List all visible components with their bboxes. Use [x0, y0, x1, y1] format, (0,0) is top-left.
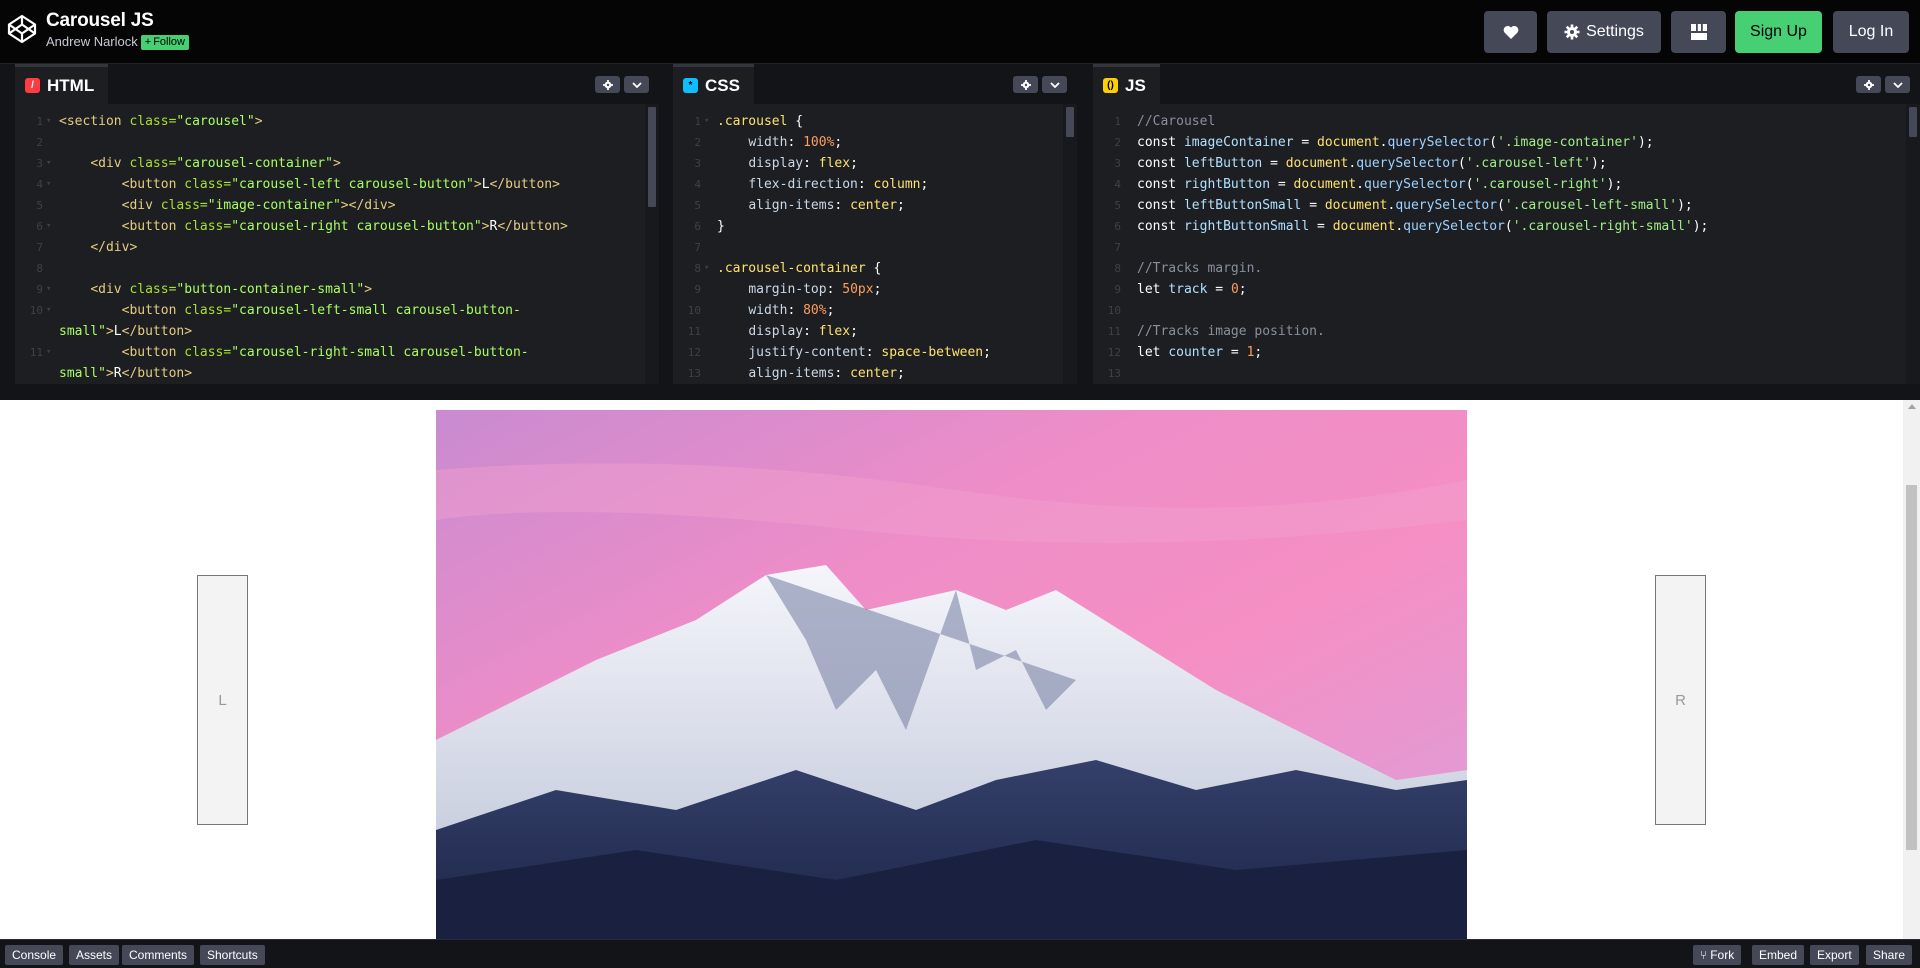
export-button[interactable]: Export	[1810, 945, 1859, 965]
author-link[interactable]: Andrew Narlock	[46, 34, 138, 50]
chevron-down-icon	[1892, 81, 1903, 88]
embed-button[interactable]: Embed	[1752, 945, 1805, 965]
comments-button[interactable]: Comments	[122, 945, 195, 965]
css-expand-button[interactable]	[1042, 76, 1067, 93]
follow-button[interactable]: + Follow	[140, 34, 189, 50]
css-code-editor[interactable]: 1 ▾ .carousel { 2 width: 100%; 3 display: …	[673, 104, 1077, 384]
follow-label: Follow	[153, 35, 185, 48]
preview-resize-bar[interactable]	[0, 384, 1920, 400]
result-preview: L R	[0, 400, 1920, 939]
html-code-editor[interactable]: 1 ▾ <section class="carousel"> 2 3 ▾ <div c…	[15, 104, 659, 384]
gear-icon	[1020, 79, 1031, 90]
pen-title-block: Carousel JS Andrew Narlock + Follow	[46, 10, 189, 50]
fork-icon: ⑂	[1700, 948, 1708, 962]
css-badge-icon: *	[683, 78, 698, 93]
pen-title[interactable]: Carousel JS	[46, 10, 189, 32]
sign-up-button[interactable]: Sign Up	[1735, 11, 1822, 53]
console-button[interactable]: Console	[5, 945, 64, 965]
assets-button[interactable]: Assets	[69, 945, 120, 965]
css-settings-button[interactable]	[1013, 76, 1038, 93]
js-scrollbar[interactable]	[1906, 104, 1920, 384]
heart-icon	[1503, 25, 1518, 39]
tab-html[interactable]: / HTML	[15, 64, 109, 104]
js-editor-panel: () JS 1//Carousel 2 const imageContainer …	[1093, 64, 1920, 384]
html-tab-label: HTML	[47, 75, 95, 95]
settings-button[interactable]: Settings	[1547, 11, 1661, 53]
tab-css[interactable]: * CSS	[673, 64, 754, 104]
preview-scroll-thumb[interactable]	[1906, 485, 1917, 850]
js-expand-button[interactable]	[1885, 76, 1910, 93]
html-scrollbar[interactable]	[645, 104, 659, 384]
chevron-down-icon	[1049, 81, 1060, 88]
js-code-editor[interactable]: 1//Carousel 2 const imageContainer = docu…	[1093, 104, 1920, 384]
css-scrollbar[interactable]	[1063, 104, 1077, 384]
log-in-button[interactable]: Log In	[1833, 11, 1909, 53]
change-view-button[interactable]	[1671, 11, 1726, 53]
gear-icon	[1863, 79, 1874, 90]
carousel-image	[436, 410, 1467, 939]
shortcuts-button[interactable]: Shortcuts	[200, 945, 265, 965]
preview-scrollbar[interactable]	[1903, 400, 1920, 939]
plus-icon: +	[144, 35, 152, 48]
html-settings-button[interactable]	[595, 76, 620, 93]
share-button[interactable]: Share	[1866, 945, 1913, 965]
gear-icon	[602, 79, 613, 90]
css-tab-label: CSS	[705, 75, 740, 95]
codepen-logo-icon[interactable]	[6, 13, 38, 45]
scroll-up-arrow-icon[interactable]	[1908, 404, 1916, 409]
tab-js[interactable]: () JS	[1093, 64, 1160, 104]
like-button[interactable]	[1484, 11, 1537, 53]
css-scroll-thumb[interactable]	[1066, 107, 1074, 137]
chevron-down-icon	[631, 81, 642, 88]
settings-label: Settings	[1586, 23, 1644, 40]
js-scroll-thumb[interactable]	[1909, 107, 1917, 137]
mountain-sunset-image	[436, 410, 1467, 939]
editor-panes: / HTML 1 ▾ <section class="carousel"> 2 3 ▾…	[0, 64, 1920, 384]
layout-grid-icon	[1690, 24, 1707, 40]
html-badge-icon: /	[25, 78, 40, 93]
html-editor-panel: / HTML 1 ▾ <section class="carousel"> 2 3 ▾…	[15, 64, 659, 384]
js-tab-label: JS	[1125, 75, 1146, 95]
fork-button[interactable]: ⑂ Fork	[1693, 945, 1742, 965]
html-expand-button[interactable]	[624, 76, 649, 93]
carousel-right-button[interactable]: R	[1655, 575, 1706, 825]
html-scroll-thumb[interactable]	[648, 107, 656, 207]
css-editor-panel: * CSS 1 ▾ .carousel { 2 width: 100%; 3 dis…	[673, 64, 1077, 384]
bottom-bar: Console Assets Comments Shortcuts ⑂ Fork…	[0, 939, 1920, 968]
carousel-left-button[interactable]: L	[197, 575, 248, 825]
gear-icon	[1564, 24, 1580, 40]
top-bar: Carousel JS Andrew Narlock + Follow Sett…	[0, 0, 1920, 64]
js-badge-icon: ()	[1103, 78, 1118, 93]
js-settings-button[interactable]	[1856, 76, 1881, 93]
fork-label: Fork	[1710, 948, 1735, 962]
